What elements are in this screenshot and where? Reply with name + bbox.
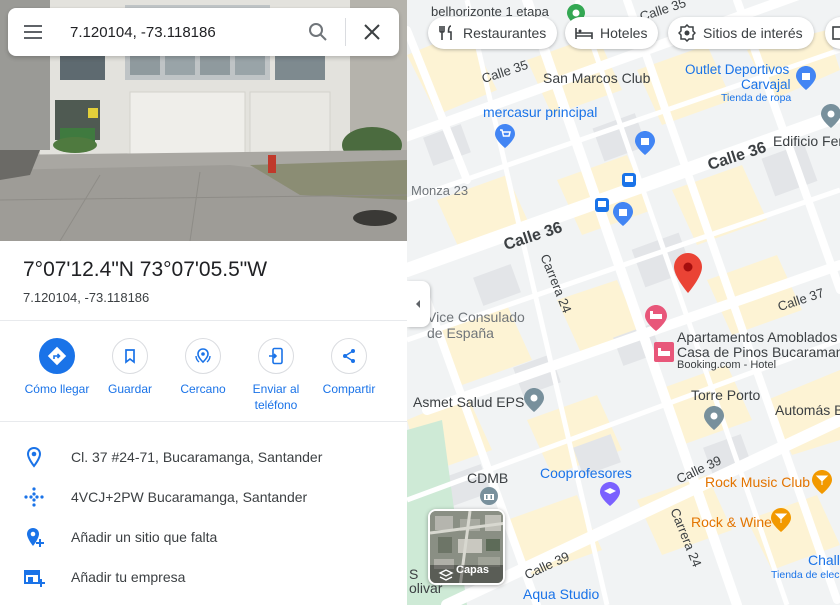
place-label[interactable]: CDMB (467, 470, 508, 486)
address-row[interactable]: Cl. 37 #24-71, Bucaramanga, Santander (0, 437, 407, 477)
send-to-phone-label: Enviar al teléfono (252, 382, 300, 412)
place-label[interactable]: Asmet Salud EPS (413, 394, 524, 410)
plus-code-text: 4VCJ+2PW Bucaramanga, Santander (71, 489, 308, 505)
shopping-cart-icon[interactable] (495, 124, 515, 153)
layers-button[interactable]: Capas (428, 509, 505, 585)
chip-restaurants[interactable]: Restaurantes (428, 17, 558, 49)
add-place-icon (27, 528, 44, 547)
directions-label: Cómo llegar (24, 382, 90, 396)
hotel-icon (575, 28, 593, 39)
collapse-panel-button[interactable] (407, 281, 430, 327)
save-label: Guardar (107, 382, 153, 396)
place-panel: 7°07'12.4"N 73°07'05.5"W 7.120104, -73.1… (0, 0, 407, 605)
place-label[interactable]: Rock Music Club (705, 474, 810, 490)
chip-attractions-label: Sitios de interés (703, 25, 803, 41)
search-icon[interactable] (306, 20, 330, 44)
search-input[interactable] (70, 20, 300, 44)
hotel-pin-icon[interactable] (645, 305, 667, 336)
close-icon[interactable] (360, 20, 384, 44)
place-label[interactable]: Apartamentos Amoblados (677, 329, 837, 345)
share-label: Compartir (322, 382, 376, 396)
chip-attractions[interactable]: Sitios de interés (668, 17, 814, 49)
place-pin-icon[interactable] (704, 406, 724, 435)
place-label[interactable]: Automás B (775, 402, 840, 418)
location-pin-icon (26, 446, 42, 468)
education-icon[interactable] (600, 482, 620, 511)
add-missing-place-row[interactable]: Añadir un sitio que falta (0, 517, 407, 557)
search-box (8, 8, 399, 56)
place-pin-icon[interactable] (821, 104, 840, 133)
place-coordinates: 7.120104, -73.118186 (23, 290, 150, 305)
map-canvas[interactable]: Calle 35 Calle 35 Calle 36 Calle 36 Carr… (407, 0, 840, 605)
place-label[interactable]: mercasur principal (483, 104, 597, 120)
place-label[interactable]: Monza 23 (411, 183, 468, 198)
divider (0, 421, 407, 422)
chevron-left-icon (416, 300, 420, 308)
bus-stop-icon[interactable] (595, 198, 609, 217)
chip-restaurants-label: Restaurantes (463, 25, 547, 41)
layers-label: Capas (456, 564, 490, 576)
place-pin-icon[interactable] (524, 388, 544, 417)
plus-code-row[interactable]: 4VCJ+2PW Bucaramanga, Santander (0, 477, 407, 517)
send-to-phone-button[interactable]: Enviar al teléfono (239, 338, 313, 413)
place-sublabel: Tienda de elec (771, 569, 840, 581)
place-label[interactable]: Torre Porto (691, 387, 760, 403)
dropped-pin-icon[interactable] (674, 253, 702, 298)
chip-hotels-label: Hoteles (600, 25, 648, 41)
nearby-icon (195, 348, 211, 364)
government-icon[interactable] (480, 487, 498, 510)
menu-icon[interactable] (20, 20, 44, 44)
nearby-button[interactable]: Cercano (166, 338, 240, 397)
directions-icon (47, 346, 67, 366)
place-sublabel: Booking.com - Hotel (677, 359, 777, 371)
directions-button[interactable]: Cómo llegar (20, 338, 94, 397)
place-label[interactable]: Cooprofesores (540, 465, 632, 481)
bar-icon[interactable] (771, 508, 791, 537)
place-label[interactable]: de España (427, 325, 494, 341)
chip-hotels[interactable]: Hoteles (565, 17, 659, 49)
shopping-bag-icon[interactable] (796, 66, 816, 95)
attraction-icon (678, 24, 696, 42)
place-label[interactable]: Edificio Fen (773, 133, 840, 149)
divider (0, 320, 407, 321)
place-label[interactable]: Aqua Studio (523, 586, 599, 602)
save-button[interactable]: Guardar (93, 338, 167, 397)
place-label[interactable]: San Marcos Club (543, 70, 650, 86)
share-button[interactable]: Compartir (312, 338, 386, 397)
shopping-bag-icon[interactable] (613, 202, 633, 231)
bus-stop-icon[interactable] (622, 173, 636, 192)
place-label[interactable]: Casa de Pinos Bucaraman (677, 344, 840, 360)
restaurant-icon (439, 25, 452, 40)
share-icon (343, 349, 355, 363)
place-label[interactable]: Rock & Wine (691, 514, 772, 530)
place-label[interactable]: Carvajal (741, 77, 791, 92)
send-to-phone-icon (269, 347, 283, 365)
place-title: 7°07'12.4"N 73°07'05.5"W (23, 258, 268, 281)
add-business-text: Añadir tu empresa (71, 569, 186, 585)
add-business-row[interactable]: Añadir tu empresa (0, 557, 407, 597)
add-business-icon (24, 570, 45, 587)
address-text: Cl. 37 #24-71, Bucaramanga, Santander (71, 449, 323, 465)
more-icon (832, 26, 840, 40)
shopping-bag-icon[interactable] (635, 131, 655, 160)
bar-icon[interactable] (812, 470, 832, 499)
nearby-label: Cercano (180, 382, 226, 396)
place-label[interactable]: Chall (808, 552, 840, 568)
place-label[interactable]: Outlet Deportivos (685, 62, 789, 77)
plus-code-icon (24, 487, 44, 507)
bookmark-icon (125, 349, 135, 364)
place-sublabel: Tienda de ropa (721, 92, 792, 104)
place-label[interactable]: Vice Consulado (427, 309, 525, 325)
hotel-icon[interactable] (654, 342, 674, 367)
search-divider (345, 18, 346, 46)
add-missing-place-text: Añadir un sitio que falta (71, 529, 218, 545)
